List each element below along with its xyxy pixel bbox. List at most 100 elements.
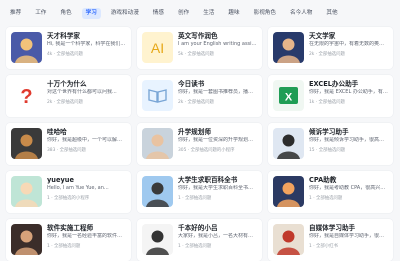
tab-7[interactable]: 生活 [199,8,218,19]
card-title: 升学规划师 [178,128,211,136]
card-meta: 5k · 全部抽选问题 [178,51,214,57]
tab-4[interactable]: 游戏和动漫 [107,8,143,19]
card-title: 哇哈哈 [47,128,67,136]
tab-10[interactable]: 名今人物 [286,8,316,19]
card-title: 天文学家 [309,32,336,40]
ai-writing-icon: AI [142,32,173,63]
card-info: 千本好的小吕 大家好，我是小吕，一名大材有要... 1 · 全部抽选问题 [178,224,257,249]
agent-card[interactable]: 千本好的小吕 大家好，我是小吕，一名大材有要... 1 · 全部抽选问题 [137,219,262,261]
card-description: 你好，我是超级中，一个可以解决... [47,137,126,143]
card-meta: 383 · 全部抽选问题 [47,147,86,153]
excel-icon: X [273,80,304,111]
card-info: 软件实施工程师 你好，我是一名经验丰富的软件实... 1 · 全部抽选问题 [47,224,126,249]
media-avatar-icon [273,224,304,255]
card-title: 天才科学家 [47,32,80,40]
engineer-avatar-icon [11,224,42,255]
card-description: 你好，我是倾诉学习助手，很高兴... [309,137,388,143]
card-info: 天文学家 在无限的宇宙中，有着无数的奥秘... 2k · 全部抽选问题 [309,32,388,57]
agent-card-grid: 天才科学家 Hi, 我是一个科学家，科学在我们... 4k · 全部抽选问题 AI 英文… [0,21,400,261]
agent-card[interactable]: 哇哈哈 你好，我是超级中，一个可以解决... 383 · 全部抽选问题 [6,123,131,165]
svg-text:AI: AI [151,40,164,56]
agent-card[interactable]: 天才科学家 Hi, 我是一个科学家，科学在我们... 4k · 全部抽选问题 [6,27,131,69]
astronomer-avatar-icon [273,32,304,63]
question-mark-icon: ? [11,80,42,111]
card-description: 你好，我是一位资深的升学规划师... [178,137,257,143]
card-title: 软件实施工程师 [47,224,94,232]
tab-8[interactable]: 趣味 [224,8,243,19]
book-icon [142,80,173,111]
agent-card[interactable]: yueyue Hello, I am Yue Yue, an... 1 · 全部抽选… [6,171,131,213]
card-info: 倾诉学习助手 你好，我是倾诉学习助手，很高兴... 15 · 全部抽选问题 [309,128,388,153]
card-info: 大学生求职百科全书 你好，我是大学生求职百科全书，... 1 · 全部抽选问题 [178,176,257,201]
agent-card[interactable]: ? 十万个为什么 对这个世界有什么都可以问我... 2k · 全部抽选问题 [6,75,131,117]
card-meta: 1 · 全部抽选的小程序 [47,195,90,201]
agent-card[interactable]: AI 英文写作润色 I am your English writing assist… [137,27,262,69]
agent-card[interactable]: 大学生求职百科全书 你好，我是大学生求职百科全书，... 1 · 全部抽选问题 [137,171,262,213]
card-title: 十万个为什么 [47,80,87,88]
girl-sketch-avatar-icon [142,224,173,255]
agent-card[interactable]: 今日读书 你好，我是一套图书推荐员，播长... 2k · 全部抽选问题 [137,75,262,117]
card-title: 自媒体学习助手 [309,224,356,232]
card-title: CPA助教 [309,176,337,184]
card-title: 英文写作润色 [178,32,218,40]
tab-5[interactable]: 情感 [149,8,168,19]
card-description: 你好，我是一套图书推荐员，播长... [178,89,257,95]
card-info: 天才科学家 Hi, 我是一个科学家，科学在我们... 4k · 全部抽选问题 [47,32,126,57]
tab-3[interactable]: 学习 [81,7,101,19]
card-info: EXCEL办公助手 你好，我是 EXCEL 办公助手，有什... 1k · 全部抽选… [309,80,388,105]
card-description: I am your English writing assistant... [178,41,257,47]
tab-6[interactable]: 创作 [174,8,193,19]
card-meta: 2k · 全部抽选问题 [309,51,345,57]
tab-0[interactable]: 推荐 [6,8,25,19]
card-info: yueyue Hello, I am Yue Yue, an... 1 · 全部抽选… [47,176,126,201]
student-avatar-icon [142,176,173,207]
card-title: 千本好的小吕 [178,224,218,232]
card-description: 你好，我是一名经验丰富的软件实... [47,233,126,239]
agent-card[interactable]: 倾诉学习助手 你好，我是倾诉学习助手，很高兴... 15 · 全部抽选问题 [268,123,393,165]
card-info: CPA助教 你好，我是考助教 CPA，很高兴认识... 1 · 全部抽选问题 [309,176,388,201]
tab-11[interactable]: 其他 [322,8,341,19]
girl-avatar-icon [273,128,304,159]
man-avatar-icon [142,128,173,159]
card-description: 你好，我是 EXCEL 办公助手，有什... [309,89,388,95]
card-info: 今日读书 你好，我是一套图书推荐员，播长... 2k · 全部抽选问题 [178,80,257,105]
card-description: Hello, I am Yue Yue, an... [47,185,109,191]
card-meta: 2k · 全部抽选问题 [178,99,214,105]
sunset-avatar-icon [273,176,304,207]
card-description: Hi, 我是一个科学家，科学在我们... [47,41,126,47]
card-info: 升学规划师 你好，我是一位资深的升学规划师... 305 · 全部抽选问题的小程序 [178,128,257,153]
card-title: 今日读书 [178,80,205,88]
tab-1[interactable]: 工作 [31,8,50,19]
agent-card[interactable]: X EXCEL办公助手 你好，我是 EXCEL 办公助手，有什... 1k · 全部抽… [268,75,393,117]
card-description: 对这个世界有什么都可以问我... [47,89,117,95]
card-meta: 1 · 全部抽选问题 [178,195,212,201]
card-title: 倾诉学习助手 [309,128,349,136]
card-meta: 1 · 全部抽选问题 [309,195,343,201]
tab-9[interactable]: 影视角色 [250,8,280,19]
agent-card[interactable]: 天文学家 在无限的宇宙中，有着无数的奥秘... 2k · 全部抽选问题 [268,27,393,69]
card-title: 大学生求职百科全书 [178,176,238,184]
card-info: 哇哈哈 你好，我是超级中，一个可以解决... 383 · 全部抽选问题 [47,128,126,153]
card-meta: 1 · 全部抽选问题 [178,243,212,249]
agent-card[interactable]: 升学规划师 你好，我是一位资深的升学规划师... 305 · 全部抽选问题的小程序 [137,123,262,165]
card-info: 自媒体学习助手 你好，我是自媒体学习助手，很高兴... 1 · 全部小红书 [309,224,388,249]
card-meta: 1k · 全部抽选问题 [309,99,345,105]
scientist-avatar-icon [11,32,42,63]
card-meta: 2k · 全部抽选问题 [47,99,83,105]
card-title: yueyue [47,176,74,184]
card-meta: 15 · 全部抽选问题 [309,147,346,153]
card-info: 十万个为什么 对这个世界有什么都可以问我... 2k · 全部抽选问题 [47,80,126,105]
card-info: 英文写作润色I am your English writing assistan… [178,32,257,57]
agent-card[interactable]: 软件实施工程师 你好，我是一名经验丰富的软件实... 1 · 全部抽选问题 [6,219,131,261]
agent-card[interactable]: CPA助教 你好，我是考助教 CPA，很高兴认识... 1 · 全部抽选问题 [268,171,393,213]
agent-card[interactable]: 自媒体学习助手 你好，我是自媒体学习助手，很高兴... 1 · 全部小红书 [268,219,393,261]
card-meta: 1 · 全部抽选问题 [47,243,81,249]
category-tabs: 推荐 工作 角色 学习 游戏和动漫 情感 创作 生活 趣味 影视角色 名今人物 其他 [0,0,400,21]
card-description: 你好，我是大学生求职百科全书，... [178,185,257,191]
tab-2[interactable]: 角色 [56,8,75,19]
card-description: 你好，我是考助教 CPA，很高兴认识... [309,185,388,191]
card-title: EXCEL办公助手 [309,80,359,88]
card-meta: 4k · 全部抽选问题 [47,51,83,57]
card-meta: 1 · 全部小红书 [309,243,338,249]
svg-text:X: X [285,92,293,104]
